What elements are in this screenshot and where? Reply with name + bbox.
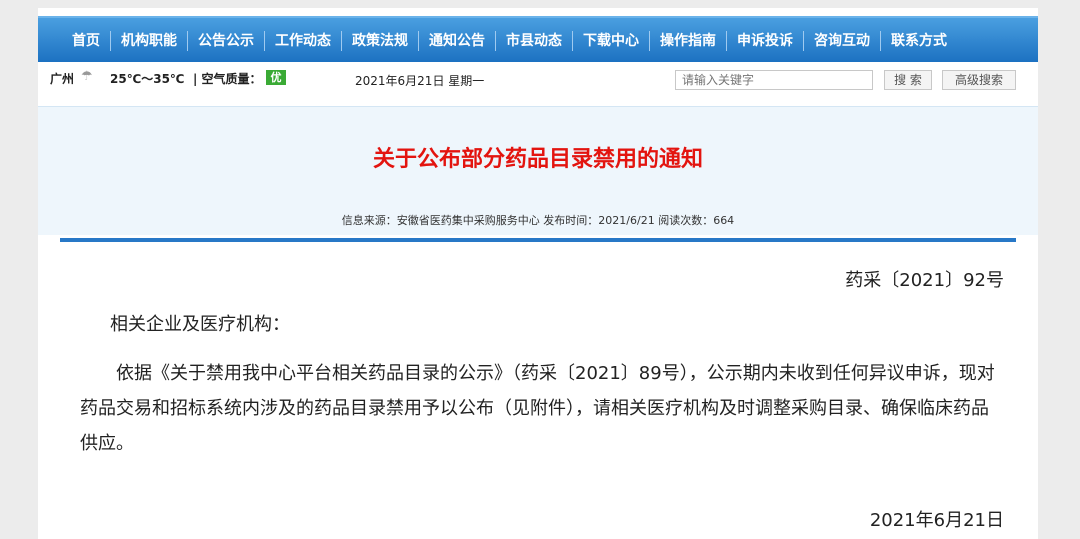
nav-item-functions[interactable]: 机构职能 <box>111 31 188 51</box>
nav-list: 首页 机构职能 公告公示 工作动态 政策法规 通知公告 市县动态 下载中心 操作… <box>38 18 1038 64</box>
article-header: 关于公布部分药品目录禁用的通知 信息来源：安徽省医药集中采购服务中心 发布时间：… <box>38 106 1038 235</box>
nav-item-work-news[interactable]: 工作动态 <box>265 31 342 51</box>
current-date: 2021年6月21日 星期一 <box>355 74 485 88</box>
advanced-search-button[interactable]: 高级搜索 <box>942 70 1016 90</box>
nav-item-contact[interactable]: 联系方式 <box>881 31 957 51</box>
info-bar: 广州 ☂ 25℃～35℃ | 空气质量： 优 2021年6月21日 星期一 搜 … <box>38 62 1038 106</box>
salutation: 相关企业及医疗机构： <box>110 314 290 335</box>
air-quality-badge: 优 <box>266 70 286 85</box>
page-frame: 首页 机构职能 公告公示 工作动态 政策法规 通知公告 市县动态 下载中心 操作… <box>38 8 1038 539</box>
city-name: 广州 <box>50 72 75 86</box>
nav-item-downloads[interactable]: 下载中心 <box>573 31 650 51</box>
article-title: 关于公布部分药品目录禁用的通知 <box>372 147 703 172</box>
article-content: 关于公布部分药品目录禁用的通知 信息来源：安徽省医药集中采购服务中心 发布时间：… <box>38 106 1038 539</box>
nav-item-complaints[interactable]: 申诉投诉 <box>727 31 804 51</box>
nav-item-announcements[interactable]: 公告公示 <box>188 31 265 51</box>
nav-item-consult[interactable]: 咨询互动 <box>804 31 881 51</box>
nav-item-notices[interactable]: 通知公告 <box>419 31 496 51</box>
nav-item-guide[interactable]: 操作指南 <box>650 31 727 51</box>
cloudy-weather-icon: ☂ <box>81 69 93 84</box>
air-quality-label: | 空气质量： <box>193 72 262 86</box>
nav-item-city-news[interactable]: 市县动态 <box>496 31 573 51</box>
article-meta: 信息来源：安徽省医药集中采购服务中心 发布时间：2021/6/21 阅读次数：6… <box>341 214 735 227</box>
search-button[interactable]: 搜 索 <box>884 70 932 90</box>
search-input[interactable] <box>675 70 873 90</box>
article-body: 依据《关于禁用我中心平台相关药品目录的公示》（药采〔2021〕89号），公示期内… <box>80 363 995 454</box>
nav-item-policies[interactable]: 政策法规 <box>342 31 419 51</box>
document-number: 药采〔2021〕92号 <box>845 270 1004 291</box>
signature-date: 2021年6月21日 <box>869 510 1004 531</box>
main-nav: 首页 机构职能 公告公示 工作动态 政策法规 通知公告 市县动态 下载中心 操作… <box>38 16 1038 64</box>
nav-item-home[interactable]: 首页 <box>62 31 111 51</box>
header-divider <box>60 238 1016 242</box>
temperature: 25℃～35℃ <box>110 72 185 86</box>
